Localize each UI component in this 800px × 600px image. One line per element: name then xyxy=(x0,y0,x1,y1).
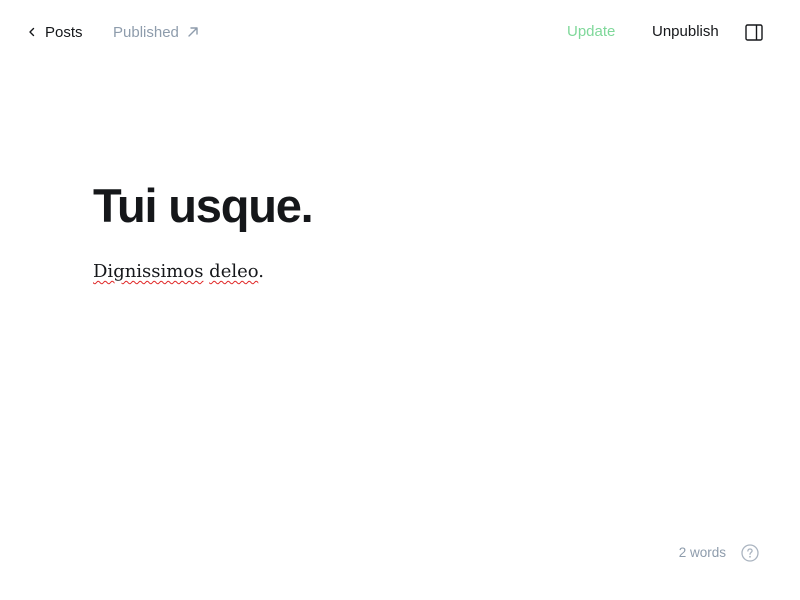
sidebar-toggle-icon xyxy=(745,24,763,45)
post-status-label: Published xyxy=(113,23,179,41)
sidebar-toggle-button[interactable] xyxy=(745,24,763,41)
unpublish-button[interactable]: Unpublish xyxy=(652,21,719,43)
misspelled-word[interactable]: deleo xyxy=(209,261,258,282)
help-button[interactable] xyxy=(741,544,759,562)
post-title-input[interactable]: Tui usque. xyxy=(93,176,713,236)
misspelled-word[interactable]: Dignissimos xyxy=(93,261,203,282)
update-button[interactable]: Update xyxy=(567,21,615,43)
body-punctuation: . xyxy=(258,261,265,282)
word-count: 2 words xyxy=(678,545,726,560)
chevron-left-icon xyxy=(26,26,38,38)
help-question-icon xyxy=(741,544,759,566)
post-editor: Tui usque. Dignissimos deleo. xyxy=(93,176,713,286)
external-link-arrow-icon xyxy=(186,25,200,39)
back-link-label: Posts xyxy=(45,23,83,41)
editor-header: Posts Published Update Unpublish xyxy=(0,0,800,64)
post-status-link[interactable]: Published xyxy=(113,21,200,43)
back-to-posts-link[interactable]: Posts xyxy=(26,21,83,43)
post-body-editor[interactable]: Dignissimos deleo. xyxy=(93,258,713,286)
